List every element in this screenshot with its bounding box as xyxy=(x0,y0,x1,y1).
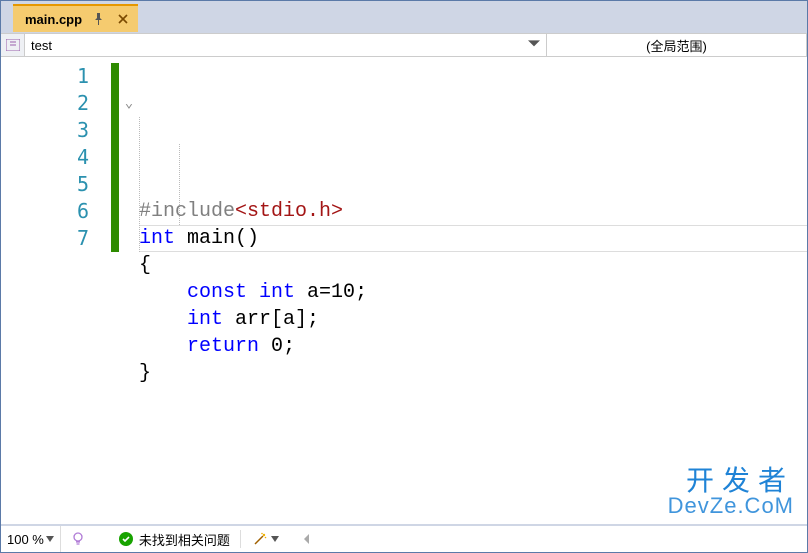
scope-icon[interactable] xyxy=(1,34,25,56)
line-number: 6 xyxy=(21,198,111,225)
line-number: 7 xyxy=(21,225,111,252)
lightbulb-icon[interactable] xyxy=(69,530,87,548)
scope-value: test xyxy=(31,38,52,53)
code-line[interactable]: const int a=10; xyxy=(139,279,807,306)
outline-blank xyxy=(119,198,139,225)
line-number: 4 xyxy=(21,144,111,171)
outline-blank xyxy=(119,171,139,198)
code-line[interactable]: return 0; xyxy=(139,333,807,360)
code-line[interactable]: #include<stdio.h> xyxy=(139,198,807,225)
pin-icon[interactable] xyxy=(92,12,106,26)
file-tab[interactable]: main.cpp xyxy=(13,4,138,32)
collapse-toggle[interactable]: ⌄ xyxy=(119,90,139,117)
separator xyxy=(240,530,241,548)
outline-blank xyxy=(119,63,139,90)
chevron-down-icon xyxy=(528,38,540,53)
code-line[interactable]: int main() xyxy=(139,225,807,252)
member-dropdown[interactable]: (全局范围) xyxy=(547,34,807,56)
navigation-bar: test (全局范围) xyxy=(1,33,807,57)
line-number: 2 xyxy=(21,90,111,117)
outline-blank xyxy=(119,144,139,171)
chevron-down-icon xyxy=(271,536,279,542)
line-number: 3 xyxy=(21,117,111,144)
status-bar: 100 % 未找到相关问题 xyxy=(1,524,807,552)
outline-blank xyxy=(119,117,139,144)
issues-text[interactable]: 未找到相关问题 xyxy=(139,530,230,549)
code-line[interactable]: } xyxy=(139,360,807,387)
zoom-control[interactable]: 100 % xyxy=(1,526,61,552)
line-number: 5 xyxy=(21,171,111,198)
code-line[interactable]: { xyxy=(139,252,807,279)
zoom-value: 100 % xyxy=(7,532,44,547)
member-value: (全局范围) xyxy=(646,36,707,55)
wand-icon[interactable] xyxy=(251,530,269,548)
outlining-margin[interactable]: ⌄ xyxy=(119,57,139,524)
code-line[interactable]: int arr[a]; xyxy=(139,306,807,333)
outline-blank xyxy=(119,225,139,252)
change-indicator xyxy=(111,63,119,252)
scope-dropdown[interactable]: test xyxy=(25,34,547,56)
prev-issue-button[interactable] xyxy=(297,532,317,547)
line-number: 1 xyxy=(21,63,111,90)
tab-title: main.cpp xyxy=(25,12,82,27)
code-text-area[interactable]: #include<stdio.h>int main(){ const int a… xyxy=(139,57,807,524)
chevron-down-icon xyxy=(46,536,54,542)
breakpoint-margin[interactable] xyxy=(1,57,21,524)
code-editor[interactable]: 1234567 ⌄ #include<stdio.h>int main(){ c… xyxy=(1,57,807,524)
check-icon xyxy=(119,532,133,546)
line-number-gutter: 1234567 xyxy=(21,57,111,524)
tab-strip: main.cpp xyxy=(1,1,807,33)
close-icon[interactable] xyxy=(116,12,130,26)
